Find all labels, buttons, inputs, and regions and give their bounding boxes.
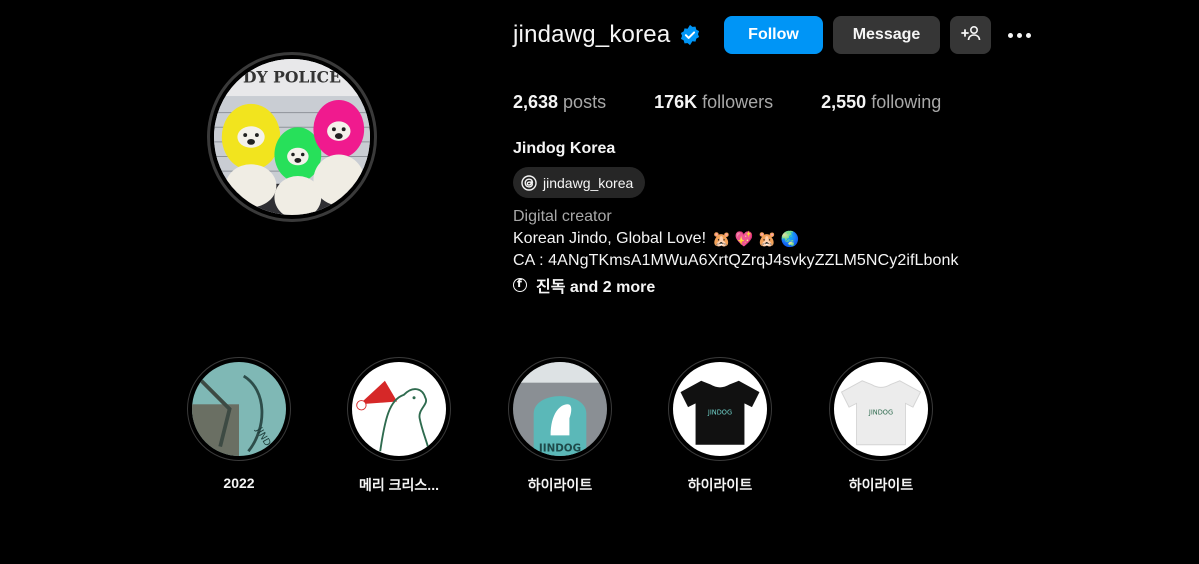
bio-line-2: CA : 4ANgTKmsA1MWuA6XrtQZrqJ4svkyZZLM5NC… (513, 252, 959, 269)
more-options-icon[interactable] (1004, 22, 1034, 48)
highlight-label: 하이라이트 (848, 477, 914, 493)
highlight-item[interactable]: JINDO 2022 (187, 357, 291, 491)
verified-badge-icon (679, 24, 701, 46)
category-label: Digital creator (513, 208, 612, 225)
highlight-item[interactable]: 메리 크리스... (347, 357, 451, 495)
svg-text:JINDOG: JINDOG (868, 409, 893, 417)
highlight-item[interactable]: JINDOG 하이라이트 (668, 357, 772, 495)
bio-line-1: Korean Jindo, Global Love! 🐹 💖 🐹 🌏 (513, 230, 800, 248)
links-text: 진독 and 2 more (536, 279, 656, 296)
highlight-label: 하이라이트 (687, 477, 753, 493)
avatar-image: DY POLICE (214, 59, 370, 215)
bio-emojis: 🐹 💖 🐹 🌏 (712, 231, 800, 248)
facebook-icon (513, 277, 527, 292)
threads-link[interactable]: jindawg_korea (513, 167, 646, 198)
follow-button[interactable]: Follow (724, 16, 823, 54)
profile-stats: 2,638 posts 176K followers 2,550 following (513, 92, 989, 113)
posts-stat: 2,638 posts (513, 92, 607, 112)
highlight-cover: JINDO (192, 362, 286, 456)
highlight-item[interactable]: JINDOG 하이라이트 (508, 357, 612, 495)
full-name: Jindog Korea (513, 140, 616, 157)
add-user-icon (960, 25, 981, 46)
svg-text:JINDOG: JINDOG (538, 442, 581, 454)
highlight-label: 메리 크리스... (359, 477, 439, 493)
message-button[interactable]: Message (833, 16, 940, 54)
svg-text:DY POLICE: DY POLICE (243, 67, 341, 86)
threads-icon (521, 174, 537, 191)
profile-avatar[interactable]: DY POLICE (207, 52, 377, 222)
highlight-label: 2022 (223, 475, 255, 491)
highlight-cover: JINDOG (673, 362, 767, 456)
username: jindawg_korea (513, 21, 671, 48)
following-stat[interactable]: 2,550 following (821, 92, 941, 113)
highlight-cover (352, 362, 446, 456)
highlight-item[interactable]: JINDOG 하이라이트 (829, 357, 933, 495)
highlight-cover: JINDOG (834, 362, 928, 456)
highlight-cover: JINDOG (513, 362, 607, 456)
external-links[interactable]: 진독 and 2 more (513, 273, 655, 297)
highlight-label: 하이라이트 (527, 477, 593, 493)
profile-header: jindawg_korea (513, 14, 701, 56)
svg-text:JINDOG: JINDOG (707, 409, 732, 417)
followers-stat[interactable]: 176K followers (654, 92, 773, 113)
threads-handle: jindawg_korea (543, 174, 634, 191)
suggested-accounts-button[interactable] (950, 16, 991, 54)
